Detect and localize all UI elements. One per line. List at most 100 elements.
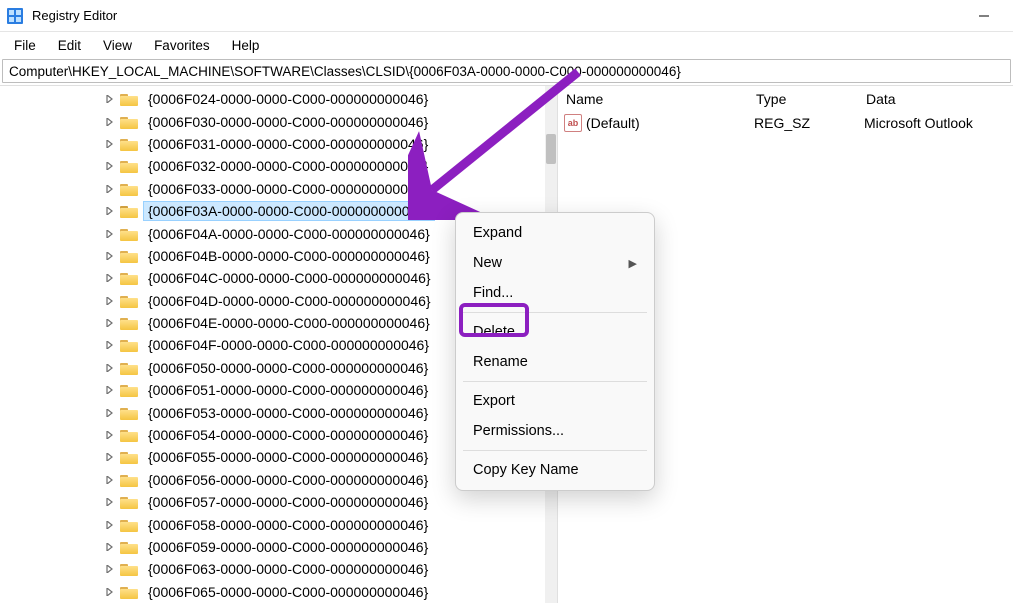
chevron-right-icon[interactable] [102,360,118,376]
context-menu-find[interactable]: Find... [461,278,649,308]
tree-item-label: {0006F057-0000-0000-C000-000000000046} [144,493,432,511]
menu-edit[interactable]: Edit [48,35,91,56]
folder-icon [120,383,138,397]
tree-item-label: {0006F04A-0000-0000-C000-000000000046} [144,225,434,243]
folder-icon [120,92,138,106]
context-menu-label: Rename [473,354,528,370]
menu-file[interactable]: File [4,35,46,56]
chevron-right-icon[interactable] [102,382,118,398]
chevron-right-icon[interactable] [102,293,118,309]
context-menu-export[interactable]: Export [461,386,649,416]
tree-item[interactable]: {0006F031-0000-0000-C000-000000000046} [0,133,557,155]
chevron-right-icon[interactable] [102,337,118,353]
chevron-right-icon[interactable] [102,584,118,600]
folder-icon [120,585,138,599]
column-name[interactable]: Name [558,87,748,111]
address-bar[interactable]: Computer\HKEY_LOCAL_MACHINE\SOFTWARE\Cla… [2,59,1011,83]
chevron-right-icon[interactable] [102,517,118,533]
chevron-right-icon[interactable] [102,181,118,197]
chevron-right-icon: ▶ [629,257,637,270]
scrollbar-thumb[interactable] [546,134,556,164]
folder-icon [120,204,138,218]
chevron-right-icon[interactable] [102,494,118,510]
tree-item[interactable]: {0006F059-0000-0000-C000-000000000046} [0,536,557,558]
context-menu-rename[interactable]: Rename [461,347,649,377]
tree-item[interactable]: {0006F058-0000-0000-C000-000000000046} [0,513,557,535]
context-menu-label: Export [473,393,515,409]
context-menu-delete[interactable]: Delete [461,317,649,347]
context-menu-expand[interactable]: Expand [461,218,649,248]
chevron-right-icon[interactable] [102,405,118,421]
menu-view[interactable]: View [93,35,142,56]
folder-icon [120,115,138,129]
menu-help[interactable]: Help [222,35,270,56]
chevron-right-icon[interactable] [102,449,118,465]
tree-item-label: {0006F04D-0000-0000-C000-000000000046} [144,292,435,310]
tree-item-label: {0006F030-0000-0000-C000-000000000046} [144,113,432,131]
context-menu-separator [463,312,647,313]
column-headers: Name Type Data [558,86,1013,112]
column-type[interactable]: Type [748,87,858,111]
chevron-right-icon[interactable] [102,315,118,331]
tree-item-label: {0006F051-0000-0000-C000-000000000046} [144,381,432,399]
tree-item[interactable]: {0006F024-0000-0000-C000-000000000046} [0,88,557,110]
context-menu-label: Expand [473,225,522,241]
value-row[interactable]: ab(Default)REG_SZMicrosoft Outlook [558,112,1013,134]
tree-item[interactable]: {0006F065-0000-0000-C000-000000000046} [0,581,557,603]
folder-icon [120,227,138,241]
folder-icon [120,249,138,263]
chevron-right-icon[interactable] [102,158,118,174]
folder-icon [120,361,138,375]
tree-item[interactable]: {0006F057-0000-0000-C000-000000000046} [0,491,557,513]
chevron-right-icon[interactable] [102,91,118,107]
tree-item-label: {0006F053-0000-0000-C000-000000000046} [144,404,432,422]
chevron-right-icon[interactable] [102,248,118,264]
folder-icon [120,562,138,576]
folder-icon [120,540,138,554]
tree-item[interactable]: {0006F063-0000-0000-C000-000000000046} [0,558,557,580]
tree-item-label: {0006F031-0000-0000-C000-000000000046} [144,135,432,153]
tree-item-label: {0006F050-0000-0000-C000-000000000046} [144,359,432,377]
minimize-button[interactable] [961,0,1007,32]
tree-item-label: {0006F024-0000-0000-C000-000000000046} [144,90,432,108]
chevron-right-icon[interactable] [102,539,118,555]
tree-item-label: {0006F03A-0000-0000-C000-000000000046} [144,202,434,220]
tree-item-label: {0006F059-0000-0000-C000-000000000046} [144,538,432,556]
value-name: (Default) [586,115,746,131]
tree-item-label: {0006F055-0000-0000-C000-000000000046} [144,448,432,466]
app-icon [6,7,24,25]
folder-icon [120,338,138,352]
tree-item-label: {0006F056-0000-0000-C000-000000000046} [144,471,432,489]
folder-icon [120,450,138,464]
tree-item-label: {0006F063-0000-0000-C000-000000000046} [144,560,432,578]
chevron-right-icon[interactable] [102,561,118,577]
column-data[interactable]: Data [858,87,1013,111]
folder-icon [120,518,138,532]
chevron-right-icon[interactable] [102,226,118,242]
chevron-right-icon[interactable] [102,114,118,130]
menu-favorites[interactable]: Favorites [144,35,220,56]
chevron-right-icon[interactable] [102,203,118,219]
context-menu-label: Permissions... [473,423,564,439]
folder-icon [120,182,138,196]
tree-item-label: {0006F032-0000-0000-C000-000000000046} [144,157,432,175]
folder-icon [120,271,138,285]
context-menu-copy-key-name[interactable]: Copy Key Name [461,455,649,485]
tree-item[interactable]: {0006F033-0000-0000-C000-000000000046} [0,178,557,200]
string-value-icon: ab [564,114,582,132]
address-text: Computer\HKEY_LOCAL_MACHINE\SOFTWARE\Cla… [9,64,681,79]
context-menu-new[interactable]: New▶ [461,248,649,278]
chevron-right-icon[interactable] [102,427,118,443]
chevron-right-icon[interactable] [102,472,118,488]
folder-icon [120,428,138,442]
folder-icon [120,294,138,308]
tree-item-label: {0006F065-0000-0000-C000-000000000046} [144,583,432,601]
context-menu-permissions[interactable]: Permissions... [461,416,649,446]
tree-item[interactable]: {0006F030-0000-0000-C000-000000000046} [0,110,557,132]
tree-item[interactable]: {0006F032-0000-0000-C000-000000000046} [0,155,557,177]
menubar: FileEditViewFavoritesHelp [0,32,1013,58]
chevron-right-icon[interactable] [102,270,118,286]
folder-icon [120,159,138,173]
value-data: Microsoft Outlook [856,115,1013,131]
chevron-right-icon[interactable] [102,136,118,152]
